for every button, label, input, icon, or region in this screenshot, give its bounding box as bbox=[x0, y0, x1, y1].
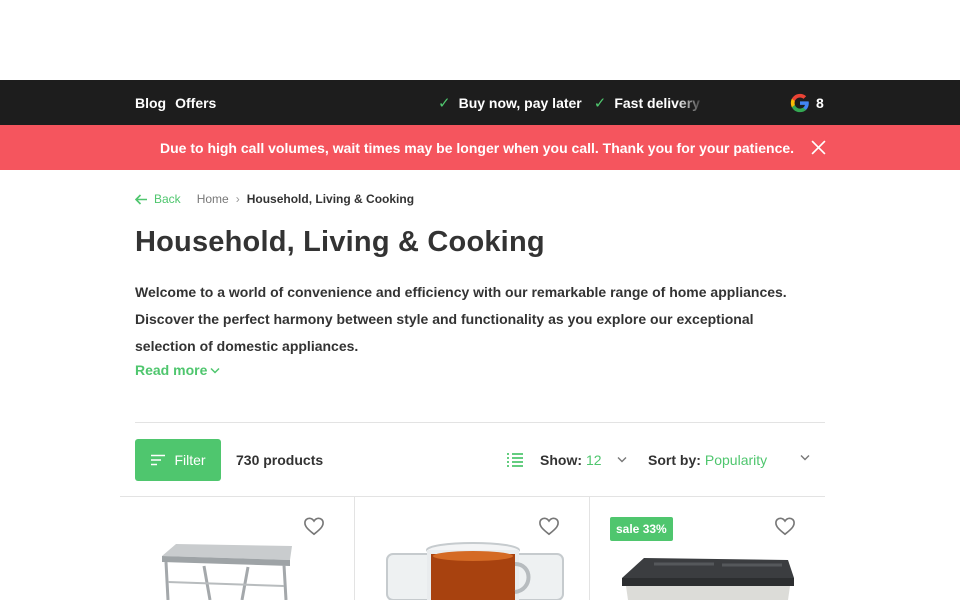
heart-icon[interactable] bbox=[774, 516, 796, 536]
chevron-right-icon: › bbox=[235, 192, 240, 206]
site-header bbox=[0, 0, 960, 80]
tea-glasses-image bbox=[386, 542, 564, 600]
filter-button[interactable]: Filter bbox=[135, 439, 221, 481]
sale-badge: sale 33% bbox=[610, 517, 673, 541]
notice-message: Due to high call volumes, wait times may… bbox=[160, 139, 795, 156]
sort-select[interactable]: Sort by: Popularity bbox=[648, 439, 814, 481]
back-label: Back bbox=[154, 192, 181, 206]
offers-link[interactable]: Offers bbox=[175, 95, 216, 111]
product-card[interactable]: sale 33% bbox=[590, 497, 825, 600]
category-description: Welcome to a world of convenience and ef… bbox=[135, 284, 787, 354]
show-label: Show: bbox=[540, 452, 582, 468]
google-icon bbox=[790, 93, 809, 112]
chevron-down-icon bbox=[210, 367, 220, 374]
storage-box-image bbox=[622, 558, 794, 600]
breadcrumb: Back Home › Household, Living & Cooking bbox=[135, 190, 414, 208]
blog-link[interactable]: Blog bbox=[135, 95, 166, 111]
sort-value: Popularity bbox=[704, 452, 768, 468]
check-icon: ✓ bbox=[593, 94, 607, 112]
google-review[interactable]: 8 bbox=[789, 80, 824, 125]
sort-label: Sort by: bbox=[648, 452, 701, 468]
close-icon[interactable] bbox=[811, 140, 826, 155]
show-value: 12 bbox=[586, 452, 602, 468]
list-view-icon[interactable] bbox=[506, 452, 524, 468]
product-card[interactable] bbox=[120, 497, 355, 600]
product-count: 730 products bbox=[236, 452, 324, 468]
filter-lines-icon bbox=[151, 454, 166, 466]
read-more-label: Read more bbox=[135, 362, 208, 378]
review-score: 8 bbox=[816, 94, 824, 111]
show-per-page-select[interactable]: Show: 12 bbox=[540, 439, 628, 481]
usp-bar: Blog Offers ✓ Buy now, pay later ✓ Fast … bbox=[0, 80, 960, 125]
breadcrumb-current: Household, Living & Cooking bbox=[246, 192, 415, 206]
product-card[interactable] bbox=[355, 497, 590, 600]
usp-label: Buy now, pay later bbox=[458, 94, 582, 111]
topbar-links: Blog Offers bbox=[135, 80, 216, 125]
breadcrumb-home[interactable]: Home bbox=[197, 192, 229, 206]
usp-list: ✓ Buy now, pay later ✓ Fast delivery bbox=[438, 80, 706, 125]
page-title: Household, Living & Cooking bbox=[135, 226, 545, 258]
heart-icon[interactable] bbox=[303, 516, 325, 536]
divider bbox=[135, 422, 825, 423]
chevron-down-icon bbox=[800, 455, 810, 461]
heart-icon[interactable] bbox=[538, 516, 560, 536]
folding-table-image bbox=[162, 544, 292, 600]
chevron-down-icon bbox=[617, 457, 627, 463]
usp-item: ✓ Buy now, pay later bbox=[438, 94, 582, 112]
notice-banner: Due to high call volumes, wait times may… bbox=[0, 125, 960, 170]
filter-label: Filter bbox=[174, 452, 206, 468]
check-icon: ✓ bbox=[438, 94, 451, 112]
read-more-link[interactable]: Read more bbox=[135, 362, 220, 378]
arrow-left-icon bbox=[135, 193, 147, 205]
back-link[interactable]: Back bbox=[135, 192, 181, 206]
usp-fade bbox=[676, 80, 706, 125]
